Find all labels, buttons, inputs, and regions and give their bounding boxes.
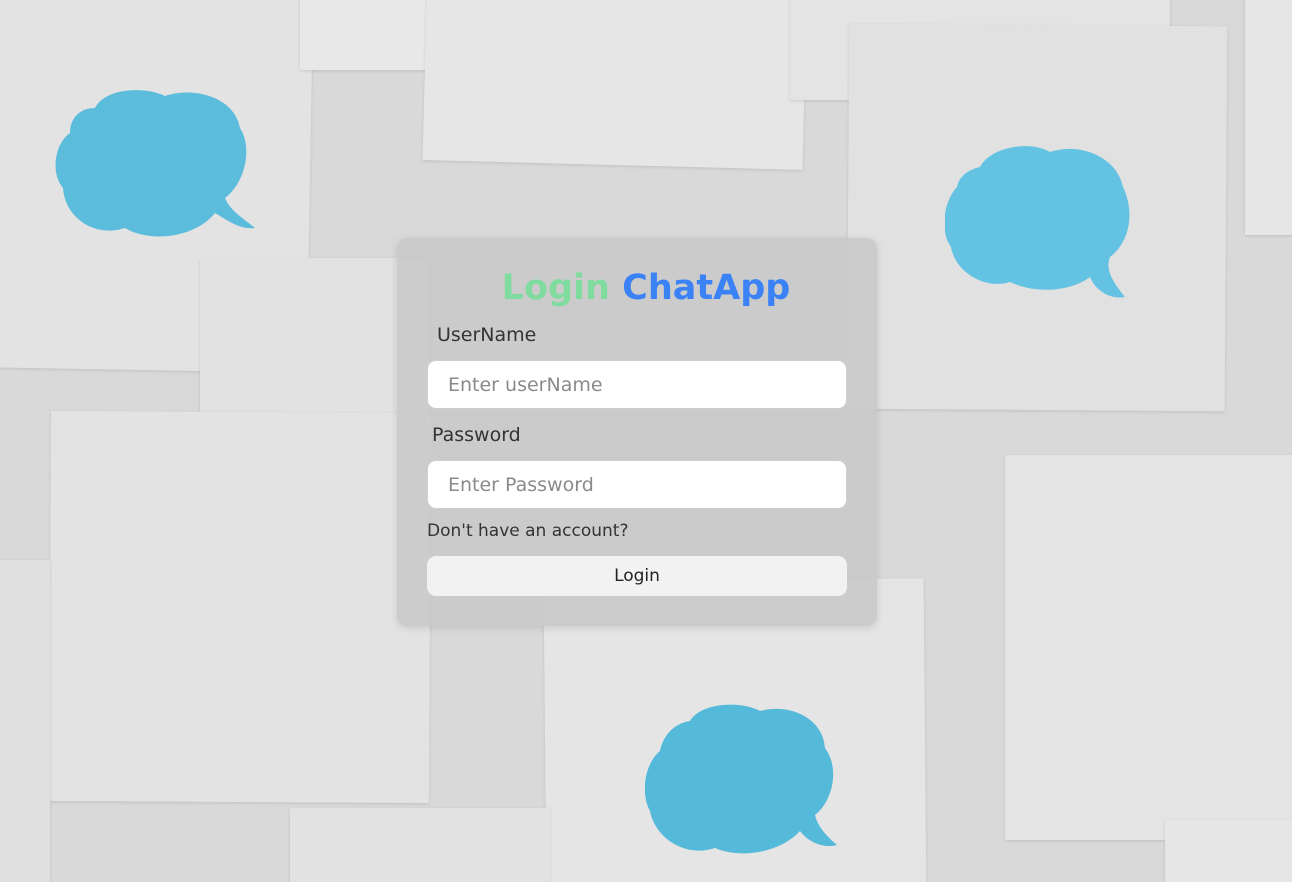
paper-sheet xyxy=(0,560,50,882)
paper-sheet xyxy=(1005,455,1292,840)
speech-bubble-icon xyxy=(55,90,256,237)
password-label: Password xyxy=(432,424,521,446)
paper-sheet xyxy=(300,0,440,70)
signup-link[interactable]: Don't have an account? xyxy=(427,521,628,541)
title-app-name: ChatApp xyxy=(622,268,791,308)
paper-sheet xyxy=(422,0,808,170)
login-button[interactable]: Login xyxy=(427,556,847,596)
username-input[interactable] xyxy=(427,360,847,409)
paper-sheet xyxy=(1245,0,1292,235)
username-label: UserName xyxy=(437,324,537,346)
speech-bubble-icon xyxy=(645,704,837,854)
title-login: Login xyxy=(501,268,610,308)
paper-sheet xyxy=(290,808,550,882)
paper-sheet xyxy=(1165,820,1292,882)
page-title: Login ChatApp xyxy=(0,266,1292,310)
password-input[interactable] xyxy=(427,460,847,509)
paper-sheet xyxy=(48,411,432,803)
